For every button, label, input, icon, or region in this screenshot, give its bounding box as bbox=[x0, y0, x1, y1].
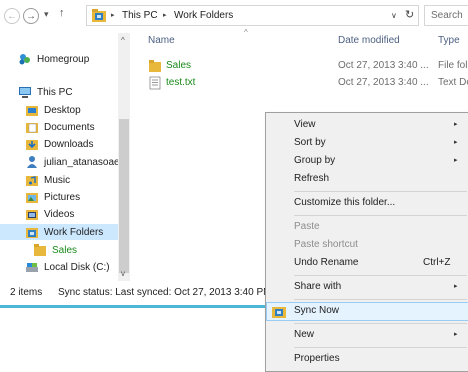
videos-folder-icon bbox=[26, 210, 38, 220]
menu-separator bbox=[294, 323, 467, 324]
menu-item-undo-rename[interactable]: Undo Rename Ctrl+Z bbox=[266, 254, 468, 273]
file-name: test.txt bbox=[166, 77, 196, 88]
menu-item-refresh[interactable]: Refresh bbox=[266, 170, 468, 189]
menu-item-sort-by[interactable]: Sort by ▸ bbox=[266, 134, 468, 153]
computer-icon bbox=[19, 87, 31, 98]
address-toolbar: ← → ▾ ↑ ▸ This PC ▸ Work Folders ∨ ↻ Sea… bbox=[0, 0, 468, 32]
menu-item-share-with[interactable]: Share with ▸ bbox=[266, 278, 468, 297]
menu-item-paste-shortcut: Paste shortcut bbox=[294, 239, 358, 250]
nav-item-documents[interactable]: Documents bbox=[25, 119, 95, 135]
text-file-icon bbox=[149, 76, 161, 90]
scrollbar-thumb[interactable] bbox=[119, 119, 129, 273]
context-menu: View ▸ Sort by ▸ Group by ▸ Refresh Cust… bbox=[265, 112, 468, 372]
item-count: 2 items bbox=[10, 287, 43, 298]
pictures-folder-icon bbox=[26, 193, 38, 203]
menu-separator bbox=[294, 275, 467, 276]
menu-item-paste: Paste bbox=[294, 221, 320, 232]
breadcrumb-separator: ▸ bbox=[163, 12, 167, 19]
homegroup-icon bbox=[19, 54, 30, 65]
column-header-name[interactable]: Name bbox=[148, 35, 175, 46]
forward-arrow-icon: → bbox=[26, 10, 36, 22]
menu-separator bbox=[294, 191, 467, 192]
nav-item-music[interactable]: Music bbox=[25, 172, 70, 188]
file-date: Oct 27, 2013 3:40 ... bbox=[338, 77, 429, 88]
menu-item-view[interactable]: View ▸ bbox=[266, 116, 468, 135]
nav-item-sales[interactable]: Sales bbox=[33, 242, 77, 258]
file-row[interactable]: test.txt Oct 27, 2013 3:40 ... Text Do bbox=[148, 75, 468, 92]
refresh-button[interactable]: ↻ bbox=[405, 8, 414, 21]
menu-item-customize[interactable]: Customize this folder... bbox=[266, 194, 468, 213]
sort-ascending-icon: ^ bbox=[244, 28, 248, 37]
scroll-up-icon[interactable]: ^ bbox=[121, 36, 125, 45]
file-name: Sales bbox=[166, 60, 192, 71]
recent-locations-button[interactable]: ▾ bbox=[44, 9, 49, 20]
documents-folder-icon bbox=[26, 123, 38, 133]
file-row[interactable]: Sales Oct 27, 2013 3:40 ... File fol bbox=[148, 58, 468, 75]
drive-icon bbox=[26, 263, 38, 272]
file-type: File fol bbox=[438, 60, 468, 71]
column-header-type[interactable]: Type bbox=[438, 35, 460, 46]
back-button[interactable]: ← bbox=[4, 8, 20, 24]
music-folder-icon bbox=[26, 176, 38, 186]
submenu-arrow-icon: ▸ bbox=[454, 331, 458, 338]
menu-separator bbox=[294, 347, 467, 348]
nav-item-user[interactable]: julian_atanasoae_ bbox=[25, 154, 125, 170]
file-type: Text Do bbox=[438, 77, 468, 88]
submenu-arrow-icon: ▸ bbox=[454, 283, 458, 290]
nav-item-work-folders[interactable]: Work Folders bbox=[0, 224, 118, 240]
work-folders-icon bbox=[92, 9, 106, 22]
nav-item-local-disk[interactable]: Local Disk (C:) bbox=[25, 259, 110, 275]
submenu-arrow-icon: ▸ bbox=[454, 157, 458, 164]
nav-item-desktop[interactable]: Desktop bbox=[25, 102, 81, 118]
address-dropdown-button[interactable]: ∨ bbox=[391, 11, 397, 20]
breadcrumb-separator: ▸ bbox=[111, 12, 115, 19]
up-button[interactable]: ↑ bbox=[59, 7, 65, 19]
menu-separator bbox=[294, 215, 467, 216]
work-folders-icon bbox=[26, 228, 38, 238]
nav-scrollbar[interactable]: ^ v bbox=[118, 33, 130, 281]
menu-item-properties[interactable]: Properties bbox=[266, 350, 468, 369]
submenu-arrow-icon: ▸ bbox=[454, 139, 458, 146]
menu-item-sync-now[interactable]: Sync Now bbox=[266, 302, 468, 321]
navigation-pane: Homegroup This PC Desktop Documents Down… bbox=[0, 32, 130, 282]
nav-item-videos[interactable]: Videos bbox=[25, 206, 74, 222]
nav-item-downloads[interactable]: Downloads bbox=[25, 136, 93, 152]
downloads-folder-icon bbox=[26, 140, 38, 150]
submenu-arrow-icon: ▸ bbox=[454, 121, 458, 128]
file-date: Oct 27, 2013 3:40 ... bbox=[338, 60, 429, 71]
back-arrow-icon: ← bbox=[7, 10, 17, 22]
nav-item-homegroup[interactable]: Homegroup bbox=[18, 51, 89, 67]
folder-icon bbox=[149, 60, 161, 72]
search-box[interactable]: Search bbox=[424, 5, 468, 26]
menu-separator bbox=[294, 299, 467, 300]
menu-item-new[interactable]: New ▸ bbox=[266, 326, 468, 345]
nav-item-this-pc[interactable]: This PC bbox=[18, 84, 73, 100]
nav-item-pictures[interactable]: Pictures bbox=[25, 189, 80, 205]
work-folders-icon bbox=[272, 307, 286, 318]
user-icon bbox=[27, 156, 37, 168]
forward-button[interactable]: → bbox=[23, 8, 39, 24]
shortcut-label: Ctrl+Z bbox=[423, 257, 451, 268]
column-header-date[interactable]: Date modified bbox=[338, 35, 400, 46]
sync-status: Sync status: Last synced: Oct 27, 2013 3… bbox=[58, 287, 272, 298]
desktop-folder-icon bbox=[26, 106, 38, 116]
search-placeholder: Search bbox=[431, 10, 463, 21]
scroll-down-icon[interactable]: v bbox=[121, 269, 125, 278]
breadcrumb-this-pc[interactable]: This PC bbox=[122, 10, 158, 21]
breadcrumb-work-folders[interactable]: Work Folders bbox=[174, 10, 233, 21]
address-bar[interactable]: ▸ This PC ▸ Work Folders ∨ ↻ bbox=[86, 5, 419, 26]
folder-icon bbox=[34, 244, 46, 256]
menu-item-group-by[interactable]: Group by ▸ bbox=[266, 152, 468, 171]
